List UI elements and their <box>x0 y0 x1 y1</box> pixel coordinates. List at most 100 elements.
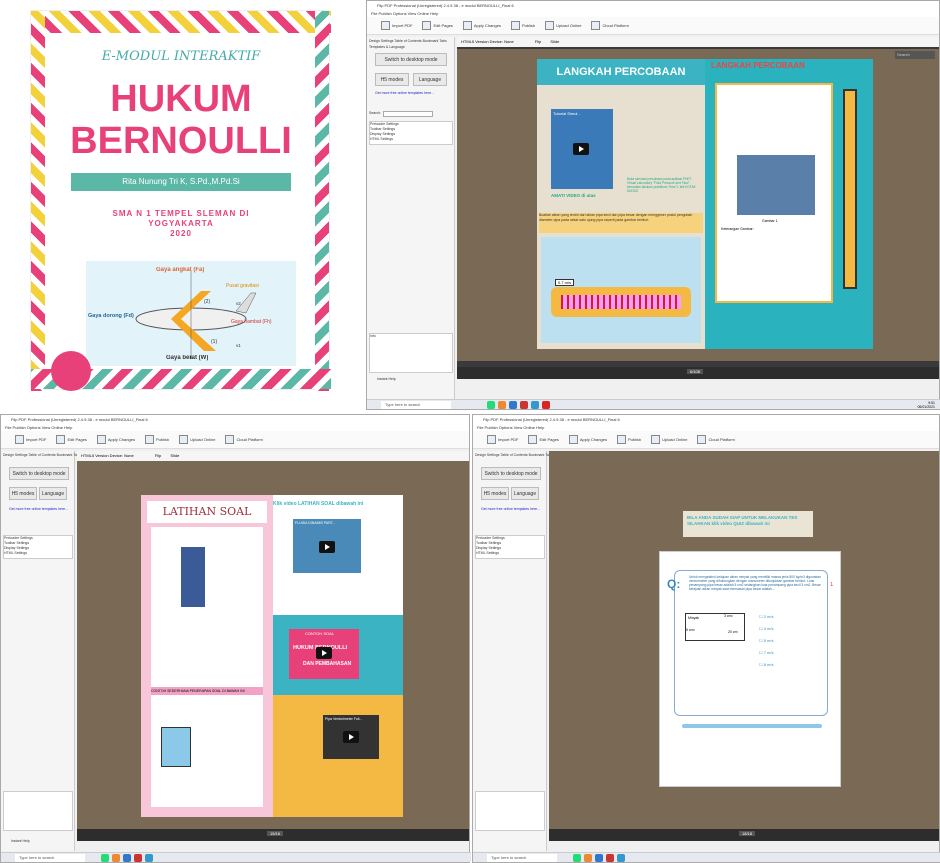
app-icon[interactable] <box>542 401 550 409</box>
app-icon[interactable] <box>101 854 109 862</box>
search-input[interactable] <box>383 111 433 117</box>
menu-bar[interactable]: File Publish Options View Online Help <box>367 10 939 17</box>
settings-tabs[interactable]: Design Settings Table of Contents Bookma… <box>3 453 81 458</box>
steps-title: Keterangan Gambar: <box>721 227 754 231</box>
h5-modes-button[interactable]: H5 modes <box>9 487 37 500</box>
switch-desktop-button[interactable]: Switch to desktop mode <box>9 467 69 480</box>
setting-html[interactable]: HTML Settings <box>370 137 452 142</box>
app-icon[interactable] <box>112 854 120 862</box>
play-icon[interactable] <box>343 731 359 743</box>
answer-option[interactable]: ☐ 8 m/s <box>759 659 819 671</box>
templates-link[interactable]: Get more free online templates here... <box>375 91 434 96</box>
instant-help[interactable]: Instant Help <box>11 839 30 844</box>
page-indicator[interactable]: 6/108 <box>687 369 704 374</box>
answer-option[interactable]: ☐ 7 m/s <box>759 647 819 659</box>
switch-desktop-button[interactable]: Switch to desktop mode <box>375 53 447 66</box>
play-icon[interactable] <box>319 541 335 553</box>
cover-label-2: (2) <box>204 299 211 305</box>
app-icon[interactable] <box>531 401 539 409</box>
app-icon[interactable] <box>584 854 592 862</box>
cloud-platform-button[interactable]: Cloud Platform <box>697 435 735 444</box>
app-icon[interactable] <box>123 854 131 862</box>
simulation-image[interactable]: 0.7 m/s <box>541 237 701 343</box>
settings-tabs[interactable]: Design Settings Table of Contents Bookma… <box>369 39 447 44</box>
play-icon[interactable] <box>573 143 589 155</box>
app-icon[interactable] <box>617 854 625 862</box>
search-label: Search: <box>369 111 382 115</box>
viewer-device[interactable]: HTML5 Version Device: None <box>81 453 134 458</box>
section-heading: CONTOH SEDERHANA PENERAPAN SOAL DI BAWAH… <box>151 687 263 695</box>
publish-button[interactable]: Publish <box>510 21 535 30</box>
app-icon[interactable] <box>573 854 581 862</box>
apply-changes-button[interactable]: Apply Changes <box>568 435 607 444</box>
slide-option[interactable]: Slide <box>550 39 559 44</box>
app-icon[interactable] <box>498 401 506 409</box>
import-pdf-button[interactable]: Import PDF <box>15 435 46 444</box>
edit-pages-button[interactable]: Edit Pages <box>56 435 87 444</box>
taskbar-icons <box>487 401 550 409</box>
apply-changes-button[interactable]: Apply Changes <box>96 435 135 444</box>
edit-pages-button[interactable]: Edit Pages <box>422 21 453 30</box>
language-button[interactable]: Language <box>39 487 67 500</box>
edit-pages-button[interactable]: Edit Pages <box>528 435 559 444</box>
settings-tabs[interactable]: Design Settings Table of Contents Bookma… <box>475 453 553 458</box>
cover-stripe-left <box>31 11 45 391</box>
h5-modes-button[interactable]: H5 modes <box>375 73 409 86</box>
language-button[interactable]: Language <box>413 73 447 86</box>
flip-option[interactable]: Flip <box>155 453 161 458</box>
taskbar-search[interactable]: Type here to search <box>381 401 451 409</box>
setting-html[interactable]: HTML Settings <box>476 551 544 556</box>
publish-button[interactable]: Publish <box>144 435 169 444</box>
language-button[interactable]: Language <box>511 487 539 500</box>
cover-gravity-label: Pusat gravitasi <box>226 283 259 289</box>
slide-option[interactable]: Slide <box>170 453 179 458</box>
main-toolbar: Import PDF Edit Pages Apply Changes Publ… <box>1 431 469 449</box>
flip-option[interactable]: Flip <box>535 39 541 44</box>
viewer-device[interactable]: HTML5 Version Device: None <box>461 39 514 44</box>
app-icon[interactable] <box>606 854 614 862</box>
app-icon[interactable] <box>509 401 517 409</box>
taskbar-search[interactable]: Type here to search <box>487 854 557 862</box>
app-icon[interactable] <box>595 854 603 862</box>
h5-modes-button[interactable]: H5 modes <box>481 487 509 500</box>
note-text: Buka simulasi percobaan pada aplikasi PH… <box>627 177 696 193</box>
taskbar-icons <box>101 854 153 862</box>
app-icon[interactable] <box>520 401 528 409</box>
templates-link[interactable]: Get more free online templates here... <box>9 507 68 512</box>
play-icon[interactable] <box>316 647 332 659</box>
quiz-dialog[interactable]: Q: Untuk mengetahui kelajuan aliran miny… <box>659 551 841 787</box>
clock-date: 06/01/2021 <box>917 405 935 409</box>
page-indicator[interactable]: 18/18 <box>739 831 756 836</box>
page-indicator[interactable]: 15/16 <box>267 831 284 836</box>
app-icon[interactable] <box>134 854 142 862</box>
video-3[interactable]: Pipa Venturimeter Foli... <box>323 715 379 759</box>
apply-changes-button[interactable]: Apply Changes <box>462 21 501 30</box>
video-tutorial[interactable]: Tutorial Simul... <box>551 109 613 189</box>
menu-bar[interactable]: File Publish Options View Online Help <box>473 424 939 431</box>
instant-help[interactable]: Instant Help <box>377 377 396 382</box>
import-pdf-button[interactable]: Import PDF <box>381 21 412 30</box>
switch-desktop-button[interactable]: Switch to desktop mode <box>481 467 541 480</box>
answer-option[interactable]: ☐ 2 m/s <box>759 611 819 623</box>
upload-online-button[interactable]: Upload Online <box>179 435 215 444</box>
publish-button[interactable]: Publish <box>616 435 641 444</box>
answer-option[interactable]: ☐ 4 m/s <box>759 623 819 635</box>
templates-link[interactable]: Get more free online templates here... <box>481 507 540 512</box>
upload-online-button[interactable]: Upload Online <box>651 435 687 444</box>
app-icon[interactable] <box>487 401 495 409</box>
answer-option[interactable]: ☐ 5 m/s <box>759 635 819 647</box>
taskbar-search[interactable]: Type here to search <box>15 854 85 862</box>
watch-label: AMATI VIDEO di atas <box>551 193 596 198</box>
app-icon[interactable] <box>145 854 153 862</box>
main-toolbar: Import PDF Edit Pages Apply Changes Publ… <box>367 17 939 35</box>
cloud-platform-button[interactable]: Cloud Platform <box>225 435 263 444</box>
steps-paper: Gambar 1 Keterangan Gambar: <box>715 83 833 303</box>
setting-html[interactable]: HTML Settings <box>4 551 72 556</box>
video-2[interactable]: CONTOH SOAL HUKUM BERNOULLI DAN PEMBAHAS… <box>289 629 359 679</box>
menu-bar[interactable]: File Publish Options View Online Help <box>1 424 469 431</box>
cloud-platform-button[interactable]: Cloud Platform <box>591 21 629 30</box>
video-1[interactable]: FLUIDA DINAMIS PART... <box>293 519 361 573</box>
upload-online-button[interactable]: Upload Online <box>545 21 581 30</box>
import-pdf-button[interactable]: Import PDF <box>487 435 518 444</box>
viewer-search[interactable]: Search <box>895 51 935 59</box>
